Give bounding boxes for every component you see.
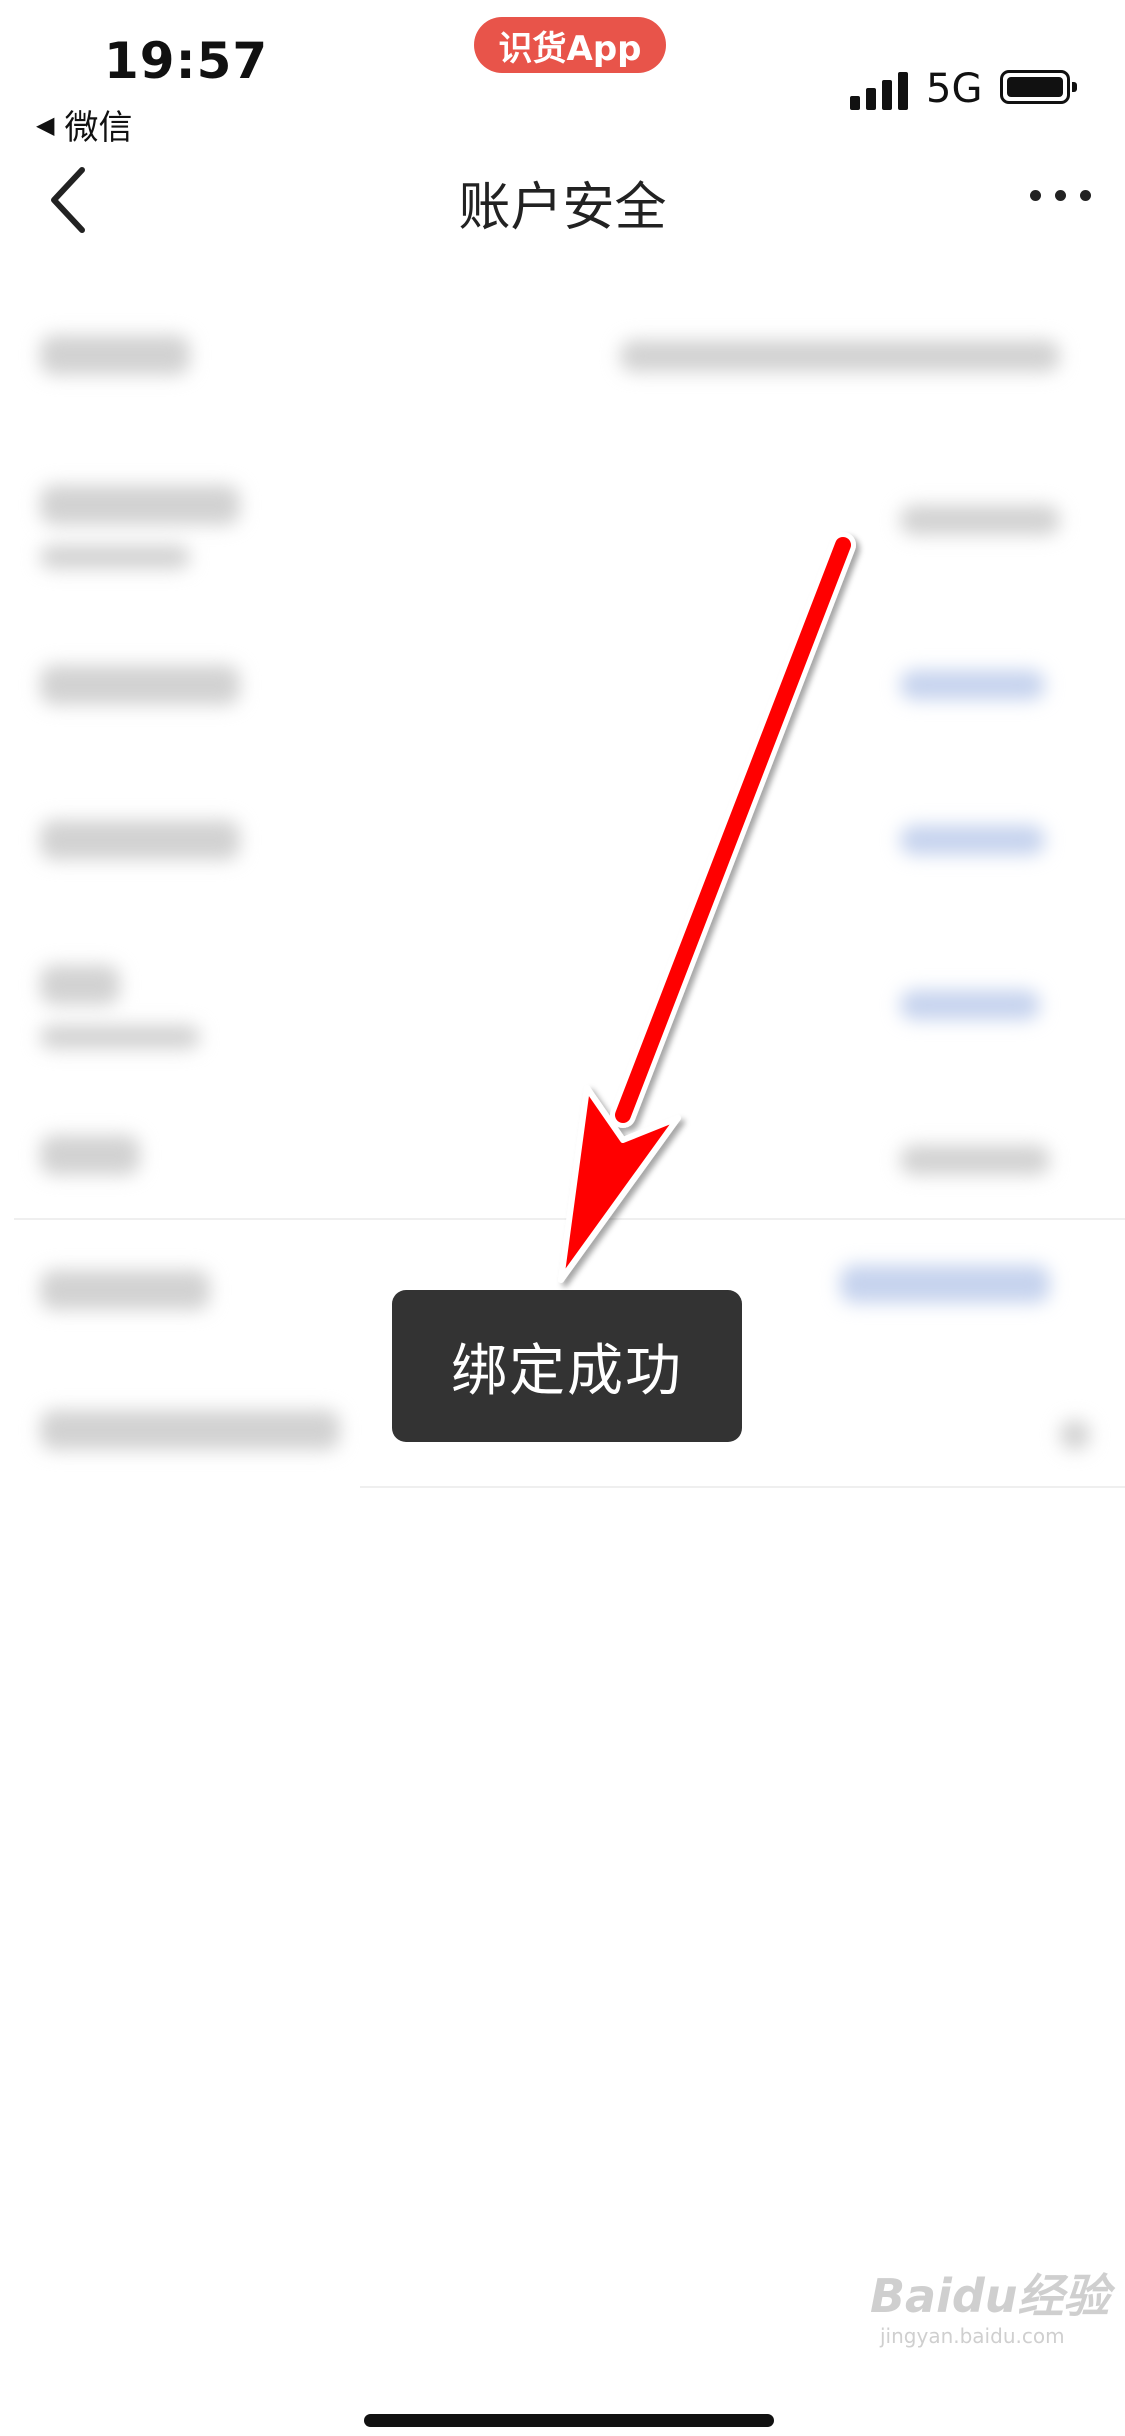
list-item[interactable]: [0, 770, 1125, 920]
page-title: 账户安全: [458, 178, 667, 238]
home-indicator[interactable]: [364, 2414, 774, 2427]
network-type: 5G: [926, 66, 983, 112]
list-item[interactable]: [0, 615, 1125, 765]
list-item[interactable]: [0, 290, 1125, 440]
triangle-left-icon: ◀: [36, 110, 55, 139]
list-item[interactable]: [0, 925, 1125, 1075]
more-dots-icon: [1030, 190, 1041, 201]
signal-icon: [850, 70, 908, 110]
app-pill: 识货App: [474, 17, 666, 73]
back-to-app-link[interactable]: ◀ 微信: [36, 100, 132, 149]
watermark-brand: Baidu经验: [870, 2269, 1110, 2323]
watermark-url: jingyan.baidu.com: [880, 2324, 1065, 2348]
baidu-watermark: Baidu经验 jingyan.baidu.com: [870, 2260, 1110, 2348]
battery-icon: [1000, 70, 1077, 104]
more-button[interactable]: [1030, 190, 1091, 201]
status-time: 19:57: [104, 32, 269, 90]
list-item[interactable]: [0, 445, 1125, 595]
back-app-label: 微信: [64, 108, 133, 148]
toast-message: 绑定成功: [392, 1290, 742, 1442]
